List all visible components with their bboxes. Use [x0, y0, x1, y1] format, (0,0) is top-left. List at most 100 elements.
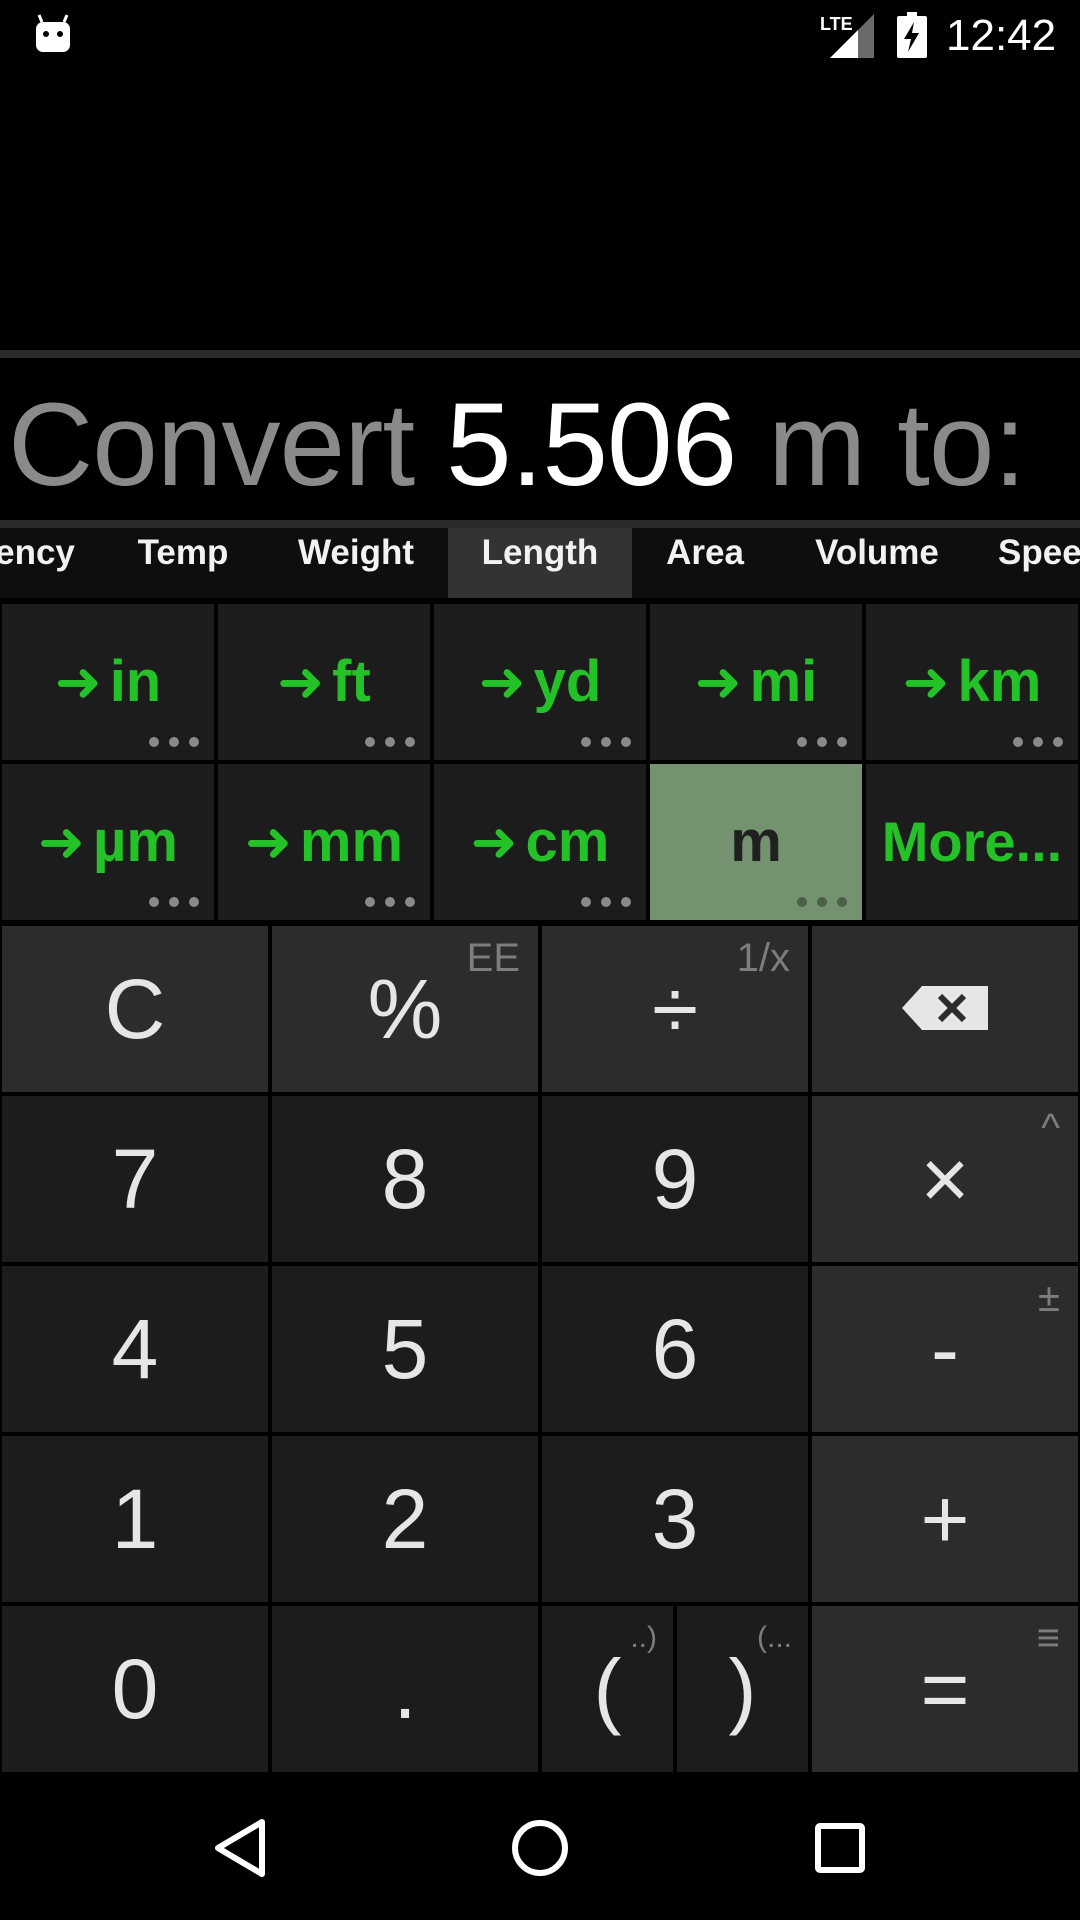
status-clock: 12:42: [946, 11, 1057, 60]
ee-sublabel: EE: [466, 936, 520, 980]
more-dots-icon: [365, 897, 415, 907]
tab-speed[interactable]: Spee: [998, 528, 1080, 598]
key-label: (: [593, 1642, 622, 1736]
tab-volume[interactable]: Volume: [800, 528, 954, 598]
arrow-right-icon: ➜: [38, 810, 85, 873]
minus-button[interactable]: - ±: [812, 1266, 1078, 1432]
unit-label: yd: [533, 649, 602, 714]
percent-button[interactable]: % EE: [272, 926, 538, 1092]
unit-label: mm: [299, 809, 404, 874]
display-divider: [0, 350, 1080, 358]
unit-label: km: [957, 649, 1042, 714]
divide-button[interactable]: ÷ 1/x: [542, 926, 808, 1092]
arrow-right-icon: ➜: [244, 810, 292, 873]
recents-icon[interactable]: [814, 1822, 866, 1874]
convert-prefix: Convert: [8, 379, 446, 511]
tab-area[interactable]: Area: [650, 528, 760, 598]
svg-text:LTE: LTE: [820, 14, 853, 34]
key-label: ): [728, 1642, 757, 1736]
digit-9-button[interactable]: 9: [542, 1096, 808, 1262]
lte-signal-icon: LTE: [820, 14, 874, 58]
arrow-right-icon: ➜: [54, 650, 102, 713]
digit-1-button[interactable]: 1: [2, 1436, 268, 1602]
convert-value: 5.506: [445, 379, 737, 511]
arrow-right-icon: ➜: [470, 810, 518, 873]
key-label: 1: [111, 1472, 159, 1566]
open-paren-sublabel: ..): [630, 1621, 657, 1654]
key-label: 0: [111, 1642, 159, 1736]
more-dots-icon: [1013, 737, 1063, 747]
backspace-icon: [902, 986, 988, 1030]
key-label: ×: [920, 1132, 970, 1226]
key-label: -: [931, 1302, 959, 1396]
unit-label: in: [109, 649, 162, 714]
home-icon[interactable]: [510, 1818, 570, 1878]
digit-5-button[interactable]: 5: [272, 1266, 538, 1432]
digit-6-button[interactable]: 6: [542, 1266, 808, 1432]
close-paren-sublabel: (...: [757, 1621, 792, 1654]
arrow-right-icon: ➜: [694, 650, 742, 713]
key-label: 5: [381, 1302, 429, 1396]
digit-8-button[interactable]: 8: [272, 1096, 538, 1262]
key-label: ÷: [651, 962, 699, 1056]
tab-temp[interactable]: Temp: [118, 528, 248, 598]
key-label: C: [104, 962, 166, 1056]
unit-button-km[interactable]: ➜ km: [866, 604, 1078, 760]
tab-currency[interactable]: ency: [0, 528, 90, 598]
unit-button-ft[interactable]: ➜ ft: [218, 604, 430, 760]
more-dots-icon: [797, 737, 847, 747]
android-notification-icon: [36, 14, 70, 52]
display-divider-bottom: [0, 520, 1080, 528]
backspace-button[interactable]: [812, 926, 1078, 1092]
digit-7-button[interactable]: 7: [2, 1096, 268, 1262]
expression-area[interactable]: [0, 72, 1080, 350]
unit-button-mm[interactable]: ➜ mm: [218, 764, 430, 920]
more-units-label: More...: [881, 810, 1063, 873]
digit-2-button[interactable]: 2: [272, 1436, 538, 1602]
more-dots-icon: [581, 897, 631, 907]
clear-button[interactable]: C: [2, 926, 268, 1092]
unit-button-in[interactable]: ➜ in: [2, 604, 214, 760]
key-label: %: [367, 962, 443, 1056]
open-paren-button[interactable]: (..): [542, 1606, 673, 1772]
unit-grid: ➜ in ➜ ft ➜ yd ➜ mi ➜ km ➜ µm ➜ mm ➜ cm m More..…: [0, 602, 1080, 924]
key-label: 6: [651, 1302, 699, 1396]
plus-button[interactable]: +: [812, 1436, 1078, 1602]
unit-label: ft: [332, 649, 371, 714]
more-units-button[interactable]: More...: [866, 764, 1078, 920]
key-label: 4: [111, 1302, 159, 1396]
menu-sublabel: ≡: [1036, 1616, 1060, 1660]
more-dots-icon: [581, 737, 631, 747]
unit-button-um[interactable]: ➜ µm: [2, 764, 214, 920]
back-icon[interactable]: [212, 1818, 268, 1878]
more-dots-icon: [365, 737, 415, 747]
more-dots-icon: [149, 897, 199, 907]
navigation-bar: [0, 1776, 1080, 1920]
key-label: 2: [381, 1472, 429, 1566]
tab-weight[interactable]: Weight: [282, 528, 430, 598]
digit-4-button[interactable]: 4: [2, 1266, 268, 1432]
key-label: 3: [651, 1472, 699, 1566]
reciprocal-sublabel: 1/x: [736, 936, 790, 980]
more-dots-icon: [797, 897, 847, 907]
close-paren-button[interactable]: ) (...: [677, 1606, 808, 1772]
tab-length[interactable]: Length: [448, 528, 632, 598]
equals-button[interactable]: = ≡: [812, 1606, 1078, 1772]
multiply-button[interactable]: × ^: [812, 1096, 1078, 1262]
unit-label: mi: [749, 649, 818, 714]
unit-button-cm[interactable]: ➜ cm: [434, 764, 646, 920]
key-label: =: [920, 1642, 970, 1736]
digit-0-button[interactable]: 0: [2, 1606, 268, 1772]
power-sublabel: ^: [1041, 1106, 1060, 1150]
unit-button-yd[interactable]: ➜ yd: [434, 604, 646, 760]
unit-button-mi[interactable]: ➜ mi: [650, 604, 862, 760]
decimal-button[interactable]: .: [272, 1606, 538, 1772]
more-dots-icon: [149, 737, 199, 747]
plus-minus-sublabel: ±: [1038, 1276, 1060, 1320]
key-label: .: [393, 1642, 417, 1736]
convert-prompt: Convert 5.506 m to:: [0, 370, 1080, 520]
arrow-right-icon: ➜: [478, 650, 526, 713]
unit-button-m-selected[interactable]: m: [650, 764, 862, 920]
digit-3-button[interactable]: 3: [542, 1436, 808, 1602]
category-tabs[interactable]: ency Temp Weight Length Area Volume Spee: [0, 528, 1080, 598]
